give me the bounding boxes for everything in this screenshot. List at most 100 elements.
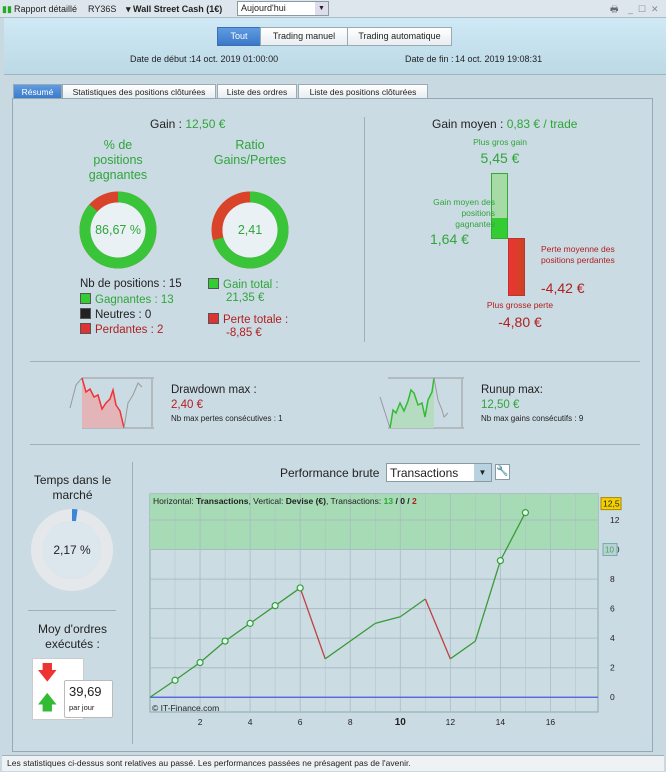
filter-automatic[interactable]: Trading automatique — [347, 27, 452, 46]
x-tick-label: 16 — [546, 717, 556, 727]
arrow-up-icon: 🡅 — [37, 692, 58, 714]
x-tick-label: 14 — [496, 717, 506, 727]
green-swatch — [80, 293, 91, 304]
header-panel: Tout Trading manuel Trading automatique … — [4, 18, 666, 75]
average-gain-label: Gain moyen : — [432, 117, 504, 131]
tab-closed-positions[interactable]: Liste des positions clôturées — [298, 84, 428, 99]
drawdown-value: 2,40 € — [171, 399, 203, 411]
data-point — [196, 658, 204, 667]
data-point — [496, 557, 504, 565]
tab-closed-stats[interactable]: Statistiques des positions clôturées — [62, 84, 216, 99]
time-market-label: Temps dans le marché — [33, 473, 112, 502]
runup-sparkline-icon — [379, 377, 464, 429]
data-point — [296, 584, 304, 592]
max-loss-value: -4,80 € — [498, 314, 542, 330]
red-swatch — [80, 323, 91, 334]
instrument-selector[interactable]: ▾ Wall Street Cash (1€) — [126, 2, 222, 16]
chevron-down-icon: ▼ — [474, 464, 491, 481]
neutral-count: Neutres : 0 — [95, 309, 152, 321]
avg-loss-label: Perte moyenne des positions perdantes — [541, 244, 615, 265]
orders-unit: par jour — [69, 703, 95, 712]
copyright: © IT-Finance.com — [152, 703, 220, 713]
period-select[interactable]: Aujourd'hui ▼ — [237, 1, 329, 16]
minimize-icon[interactable]: _ — [628, 2, 633, 16]
ratio-title: Ratio Gains/Pertes — [213, 138, 287, 167]
data-point — [271, 602, 279, 610]
x-tick-label: 8 — [348, 717, 353, 727]
performance-chart: 0246810122468101214161012,5 — [149, 493, 622, 728]
transactions-win: 13 — [383, 496, 394, 506]
data-point — [171, 676, 179, 684]
last-value-label: 12,5 — [603, 499, 620, 509]
neutral-legend: Neutres : 0 — [80, 308, 151, 322]
wrench-icon[interactable]: 🔧 — [495, 464, 510, 480]
ratio-value: 2,41 — [237, 223, 263, 237]
instrument-name: Wall Street Cash (1€) — [133, 4, 223, 14]
winners-count: Gagnantes : 13 — [95, 294, 174, 306]
green-swatch — [208, 278, 219, 289]
divider — [364, 117, 365, 342]
loss-bar — [508, 238, 525, 296]
x-tick-label: 6 — [298, 717, 303, 727]
info-h-value: Transactions — [196, 496, 249, 506]
close-icon[interactable]: ✕ — [651, 2, 659, 16]
perf-axis-select[interactable]: Transactions ▼ — [386, 463, 492, 482]
orders-label: Moy d'ordres exécutés : — [38, 622, 107, 651]
gain-total-value: 21,35 € — [226, 292, 265, 304]
y-tick-label: 2 — [610, 663, 615, 673]
gain-label: Gain : — [150, 117, 183, 131]
drawdown-label: Drawdown max : — [171, 384, 257, 396]
y-tick-label: 12 — [610, 515, 620, 525]
avg-win-label: Gain moyen des positions gagnantes — [433, 197, 495, 229]
win-rate-title: % de positions gagnantes — [88, 138, 148, 182]
info-v-value: Devise (€) — [285, 496, 326, 506]
time-market-value: 2,17 % — [53, 543, 91, 557]
orders-value-box: 39,69 par jour — [64, 680, 113, 718]
report-icon: ▮▮ — [2, 4, 12, 14]
x-tick-label: 2 — [198, 717, 203, 727]
loss-total: Perte totale : -8,85 € — [208, 313, 288, 340]
gain-summary: Gain : 12,50 € — [150, 117, 225, 131]
average-gain: Gain moyen : 0,83 € / trade — [432, 117, 577, 131]
end-date-label: Date de fin : — [405, 54, 454, 64]
y-tick-label: 0 — [610, 692, 615, 702]
gain-total: Gain total :21,35 € — [208, 278, 279, 305]
info-h-label: Horizontal: — [153, 496, 194, 506]
zone-value-label: 10 — [605, 546, 614, 555]
gain-value: 12,50 € — [185, 117, 226, 131]
runup-label: Runup max: — [481, 384, 544, 396]
divider — [30, 361, 640, 362]
loss-total-label: Perte totale : — [223, 314, 289, 326]
divider — [30, 444, 640, 445]
y-tick-label: 6 — [610, 604, 615, 614]
runup-value: 12,50 € — [481, 399, 520, 411]
x-tick-label: 12 — [446, 717, 456, 727]
gain-total-label: Gain total : — [223, 279, 279, 291]
y-tick-label: 4 — [610, 633, 615, 643]
avg-win-value: 1,64 € — [430, 231, 469, 247]
caret-down-icon: ▾ — [126, 4, 134, 14]
transactions-loss: 2 — [412, 496, 417, 506]
window-title: Rapport détaillé — [14, 4, 78, 14]
losers-count: Perdantes : 2 — [95, 324, 164, 336]
data-point — [521, 509, 530, 517]
filter-all[interactable]: Tout — [217, 27, 261, 46]
period-value: Aujourd'hui — [241, 3, 286, 13]
drawdown-sparkline-icon — [69, 377, 154, 429]
data-point — [246, 619, 254, 627]
sep: / — [404, 496, 413, 506]
max-loss-label: Plus grosse perte — [486, 300, 554, 310]
tab-summary[interactable]: Résumé — [13, 84, 62, 99]
data-point — [221, 637, 229, 645]
print-icon[interactable]: 🖶 — [610, 2, 619, 16]
tab-orders[interactable]: Liste des ordres — [217, 84, 297, 99]
account-label[interactable]: RY36S — [88, 2, 116, 16]
filter-manual[interactable]: Trading manuel — [260, 27, 348, 46]
max-gain-value: 5,45 € — [480, 150, 520, 166]
x-tick-label: 4 — [248, 717, 253, 727]
info-v-label: , Vertical: — [248, 496, 284, 506]
disclaimer: Les statistiques ci-dessus sont relative… — [2, 755, 664, 771]
end-date-value: 14 oct. 2019 19:08:31 — [455, 54, 543, 64]
maximize-icon[interactable]: ☐ — [638, 2, 646, 16]
perf-title: Performance brute — [280, 466, 380, 480]
